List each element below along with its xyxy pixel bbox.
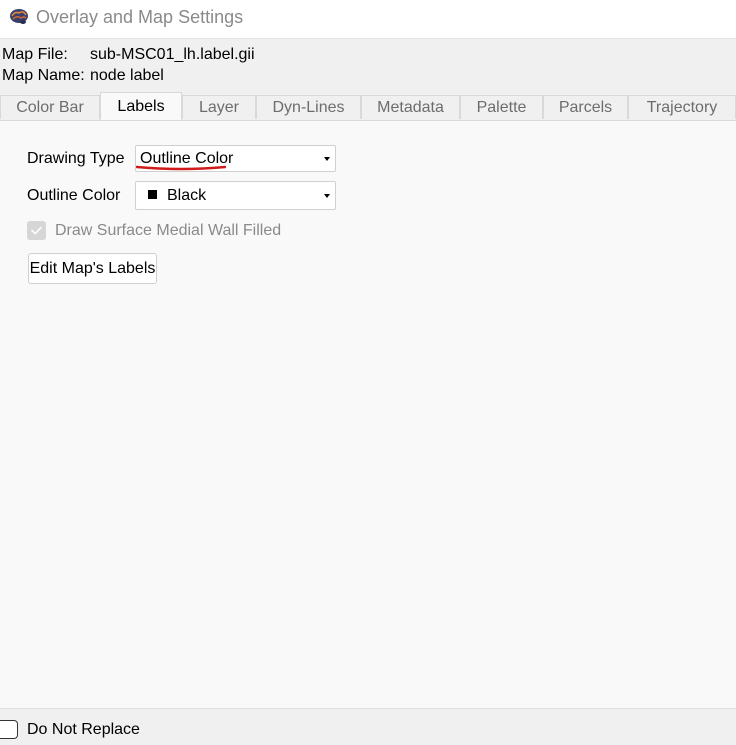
brain-icon — [10, 9, 28, 24]
window-title: Overlay and Map Settings — [36, 7, 244, 27]
map-name-row: Map Name: node label — [2, 65, 255, 86]
tab-metadata[interactable]: Metadata — [361, 95, 460, 119]
tab-trajectory[interactable]: Trajectory — [628, 95, 736, 119]
bottom-bar: Do Not Replace — [0, 708, 736, 745]
outline-color-label: Outline Color — [27, 187, 121, 204]
title-bar: Overlay and Map Settings — [0, 0, 736, 39]
map-info: Map File: sub-MSC01_lh.label.gii Map Name… — [2, 44, 255, 86]
checkmark-icon — [31, 226, 42, 235]
tab-dyn-lines[interactable]: Dyn-Lines — [256, 95, 361, 119]
edit-map-labels-button[interactable]: Edit Map's Labels — [28, 253, 157, 284]
outline-color-value: Black — [167, 187, 207, 204]
tab-bar: Color Bar Labels Layer Dyn-Lines Metadat… — [0, 92, 736, 120]
do-not-replace-checkbox[interactable] — [0, 720, 18, 739]
map-file-value: sub-MSC01_lh.label.gii — [90, 46, 255, 63]
red-underline-annotation — [136, 165, 226, 171]
tab-palette[interactable]: Palette — [460, 95, 543, 119]
drawing-type-label: Drawing Type — [27, 150, 125, 167]
color-swatch-icon — [148, 190, 157, 199]
tab-color-bar[interactable]: Color Bar — [0, 95, 100, 119]
medial-wall-label: Draw Surface Medial Wall Filled — [55, 222, 282, 239]
labels-tab-panel — [0, 120, 736, 708]
chevron-down-icon — [324, 157, 330, 161]
tab-parcels[interactable]: Parcels — [543, 95, 628, 119]
do-not-replace-label: Do Not Replace — [27, 721, 140, 738]
tab-labels[interactable]: Labels — [100, 92, 182, 120]
tab-layer[interactable]: Layer — [182, 95, 256, 119]
outline-color-dropdown[interactable]: Black — [135, 181, 336, 210]
chevron-down-icon — [324, 194, 330, 198]
map-file-label: Map File: — [2, 46, 68, 63]
overlay-map-settings-window: Overlay and Map Settings Map File: sub-MS… — [0, 0, 736, 745]
medial-wall-checkbox[interactable] — [27, 221, 46, 240]
map-name-label: Map Name: — [2, 67, 85, 84]
map-file-row: Map File: sub-MSC01_lh.label.gii — [2, 44, 255, 65]
map-name-value: node label — [90, 67, 164, 84]
